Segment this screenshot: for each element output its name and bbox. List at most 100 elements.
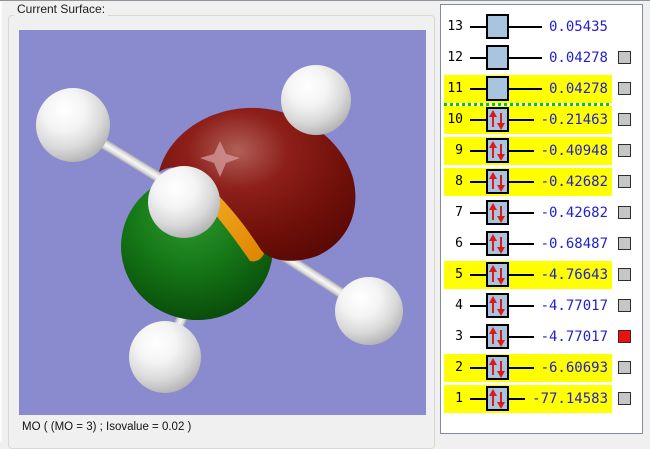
mo-number: 6	[455, 236, 463, 251]
mo-number: 11	[447, 81, 463, 96]
mo-energy-level[interactable]: 4 -4.77017	[444, 292, 612, 320]
mo-checkbox[interactable]	[618, 392, 631, 405]
level-line-right	[509, 211, 534, 214]
orbital-box[interactable]	[486, 324, 509, 349]
mo-row: 6 -0.68487	[441, 228, 642, 259]
spin-down-arrow	[497, 113, 505, 130]
mo-checkbox[interactable]	[618, 237, 631, 250]
level-line-right	[509, 397, 526, 400]
spin-up-arrow	[489, 327, 497, 344]
mo-energy-level[interactable]: 13 0.05435	[444, 13, 612, 41]
mo-number: 2	[455, 360, 463, 375]
spin-down-arrow	[497, 392, 505, 409]
level-line-right	[509, 273, 534, 276]
spin-up-arrow	[489, 265, 497, 282]
mo-number: 5	[455, 267, 463, 282]
level-line-right	[509, 118, 534, 121]
mo-checkbox[interactable]	[618, 361, 631, 374]
mo-row: 7 -0.42682	[441, 197, 642, 228]
spin-up-arrow	[489, 234, 497, 251]
mo-row: 10 -0.21463	[441, 104, 642, 135]
mo-number: 8	[455, 174, 463, 189]
level-line-left	[470, 180, 486, 183]
hydrogen-atom	[281, 65, 351, 135]
spin-down-arrow	[497, 206, 505, 223]
orbital-box[interactable]	[486, 169, 509, 194]
mo-checkbox[interactable]	[618, 144, 631, 157]
molecule-viewport[interactable]	[19, 30, 426, 415]
window-left-edge	[0, 1, 2, 442]
mo-checkbox[interactable]	[618, 299, 631, 312]
orbital-box[interactable]	[486, 231, 509, 256]
mo-energy-level[interactable]: 6 -0.68487	[444, 230, 612, 258]
mo-row: 1 -77.14583	[441, 383, 642, 414]
orbital-box[interactable]	[486, 386, 509, 411]
level-line-right	[509, 304, 534, 307]
mo-energy-level[interactable]: 5 -4.76643	[444, 260, 612, 289]
orbital-box[interactable]	[486, 200, 509, 225]
mo-energy-level[interactable]: 9 -0.40948	[444, 136, 612, 165]
mo-energy: 0.04278	[548, 49, 608, 66]
mo-energy: -6.60693	[540, 359, 608, 376]
mo-checkbox[interactable]	[618, 330, 631, 343]
level-line-right	[509, 56, 542, 59]
groupbox-title: Current Surface:	[14, 2, 109, 16]
level-line-left	[470, 25, 486, 28]
level-line-left	[470, 118, 486, 121]
mo-energy-level[interactable]: 3 -4.77017	[444, 323, 612, 351]
level-line-right	[509, 335, 534, 338]
mo-row: 2 -6.60693	[441, 352, 642, 383]
orbital-box[interactable]	[486, 76, 509, 101]
mo-checkbox[interactable]	[618, 51, 631, 64]
orbital-box[interactable]	[486, 138, 509, 163]
mo-energy: -4.76643	[540, 266, 608, 283]
orbital-box[interactable]	[486, 293, 509, 318]
mo-energy: -4.77017	[540, 328, 608, 345]
level-line-right	[509, 25, 542, 28]
hydrogen-atom	[129, 321, 201, 393]
mo-isosurface-render	[36, 65, 403, 393]
mo-energy-level[interactable]: 12 0.04278	[444, 44, 612, 72]
level-line-left	[470, 149, 486, 152]
mo-row: 3 -4.77017	[441, 321, 642, 352]
mo-list-panel[interactable]: 13 0.05435 12 0.04278 11 0.04278 10 -0.2…	[440, 4, 643, 434]
mo-row: 5 -4.76643	[441, 259, 642, 290]
mo-row: 12 0.04278	[441, 42, 642, 73]
orbital-box[interactable]	[486, 355, 509, 380]
mo-energy-level[interactable]: 7 -0.42682	[444, 199, 612, 227]
spin-up-arrow	[489, 389, 497, 406]
orbital-box[interactable]	[486, 107, 509, 132]
mo-energy: -0.42682	[540, 173, 608, 190]
level-line-left	[470, 273, 486, 276]
surface-caption: MO ( (MO = 3) ; Isovalue = 0.02 )	[22, 421, 192, 433]
orbital-box[interactable]	[486, 14, 509, 39]
mo-energy-level[interactable]: 11 0.04278	[444, 74, 612, 103]
mo-checkbox[interactable]	[618, 82, 631, 95]
spin-up-arrow	[489, 172, 497, 189]
hydrogen-atom	[335, 277, 403, 345]
hydrogen-atom	[36, 88, 110, 162]
mo-checkbox[interactable]	[618, 175, 631, 188]
mo-energy-level[interactable]: 1 -77.14583	[444, 384, 612, 413]
window-top-edge	[0, 0, 650, 1]
level-line-right	[509, 366, 534, 369]
orbital-box[interactable]	[486, 262, 509, 287]
mo-energy-level[interactable]: 10 -0.21463	[444, 105, 612, 134]
spin-down-arrow	[497, 175, 505, 192]
mo-checkbox[interactable]	[618, 268, 631, 281]
mo-energy: -4.77017	[540, 297, 608, 314]
mo-row: 8 -0.42682	[441, 166, 642, 197]
mo-energy: -0.21463	[540, 111, 608, 128]
mo-number: 12	[447, 50, 463, 65]
spin-down-arrow	[497, 237, 505, 254]
orbital-box[interactable]	[486, 45, 509, 70]
spin-down-arrow	[497, 361, 505, 378]
mo-energy-level[interactable]: 8 -0.42682	[444, 167, 612, 196]
mo-checkbox[interactable]	[618, 206, 631, 219]
spin-down-arrow	[497, 299, 505, 316]
mo-checkbox[interactable]	[618, 113, 631, 126]
mo-row: 9 -0.40948	[441, 135, 642, 166]
spin-up-arrow	[489, 203, 497, 220]
mo-number: 1	[455, 391, 463, 406]
mo-energy-level[interactable]: 2 -6.60693	[444, 353, 612, 382]
